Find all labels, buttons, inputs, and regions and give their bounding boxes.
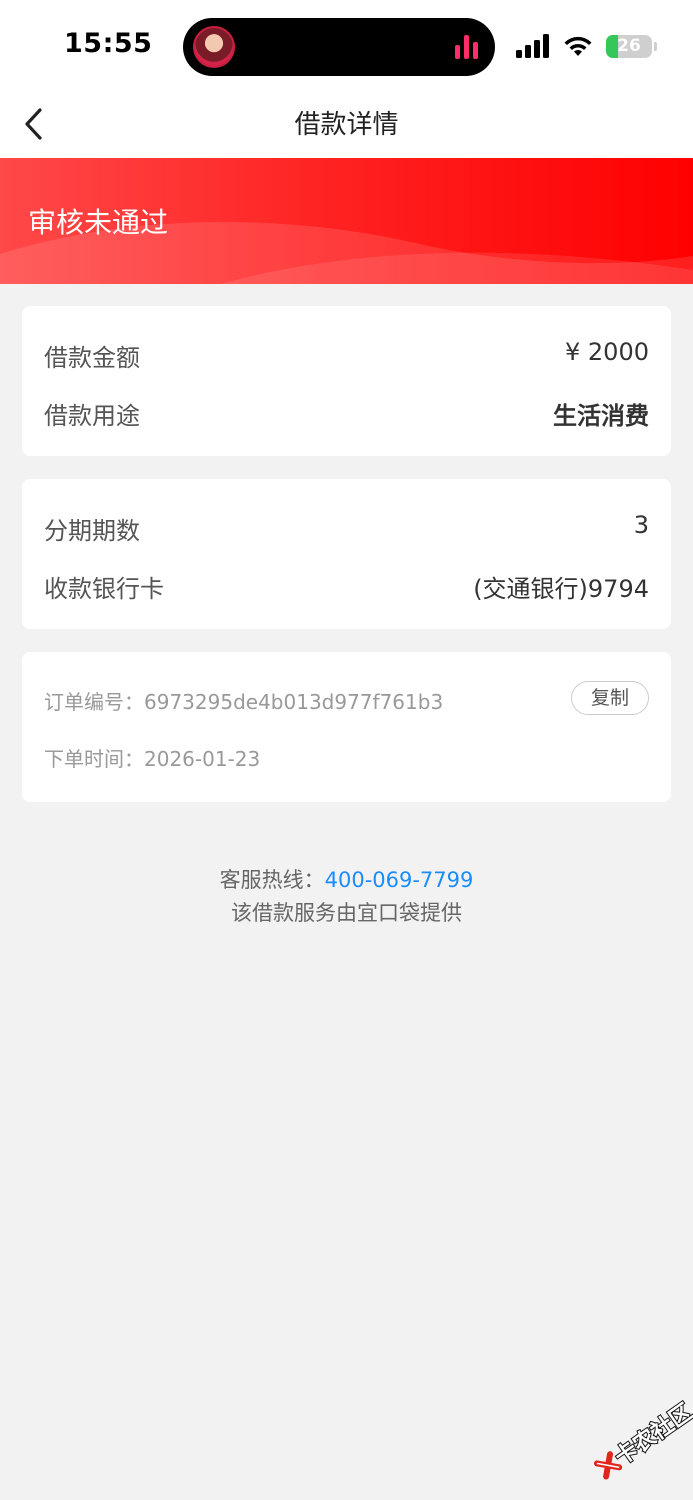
- order-time-label: 下单时间：: [44, 747, 144, 771]
- loan-amount-value: ¥ 2000: [565, 338, 649, 366]
- cellular-signal-icon: [516, 34, 552, 58]
- wifi-icon: [564, 36, 592, 56]
- battery-tip: [654, 42, 657, 51]
- order-time: 下单时间：2026-01-23: [44, 743, 260, 772]
- installment-periods-label: 分期期数: [44, 517, 140, 545]
- bank-card-value: (交通银行)9794: [473, 575, 649, 603]
- loan-info-card: 借款金额 ¥ 2000 借款用途 生活消费: [22, 306, 671, 456]
- nav-bar: 借款详情: [0, 90, 693, 158]
- installment-card: 分期期数 3 收款银行卡 (交通银行)9794: [22, 479, 671, 629]
- status-time: 15:55: [64, 28, 153, 59]
- order-number-label: 订单编号：: [44, 690, 144, 714]
- order-number-value: 6973295de4b013d977f761b3: [144, 690, 444, 714]
- installment-periods-value: 3: [633, 511, 649, 539]
- review-status-text: 审核未通过: [28, 206, 169, 239]
- bank-card-label: 收款银行卡: [44, 575, 164, 603]
- bank-card-row: 收款银行卡 (交通银行)9794: [44, 563, 649, 603]
- watermark-text: 卡农社区: [610, 1399, 693, 1472]
- installment-periods-row: 分期期数 3: [44, 505, 649, 545]
- battery-icon: 26: [606, 35, 652, 58]
- music-avatar-icon: [193, 26, 235, 68]
- audio-visualizer-icon: [455, 35, 479, 59]
- loan-amount-row: 借款金额 ¥ 2000: [44, 332, 649, 372]
- watermark: 卡农社区: [579, 1386, 693, 1500]
- dynamic-island[interactable]: [183, 18, 495, 76]
- service-provider-text: 该借款服务由宜口袋提供: [231, 901, 462, 925]
- customer-hotline: 客服热线：400-069-7799: [0, 864, 693, 894]
- hotline-label: 客服热线：: [219, 868, 325, 892]
- loan-amount-label: 借款金额: [44, 344, 140, 372]
- page-title: 借款详情: [294, 110, 399, 140]
- status-bar: 15:55 26: [0, 0, 693, 90]
- loan-purpose-label: 借款用途: [44, 402, 140, 430]
- loan-purpose-row: 借款用途 生活消费: [44, 390, 649, 430]
- copy-order-number-button[interactable]: 复制: [571, 681, 649, 715]
- order-number: 订单编号：6973295de4b013d977f761b3: [44, 686, 443, 715]
- battery-percent: 26: [617, 36, 641, 56]
- order-info-card: 订单编号：6973295de4b013d977f761b3 复制 下单时间：20…: [22, 652, 671, 802]
- hotline-phone-link[interactable]: 400-069-7799: [325, 868, 474, 892]
- status-banner: 审核未通过: [0, 158, 693, 284]
- loan-purpose-value: 生活消费: [553, 402, 649, 430]
- order-time-value: 2026-01-23: [144, 747, 261, 771]
